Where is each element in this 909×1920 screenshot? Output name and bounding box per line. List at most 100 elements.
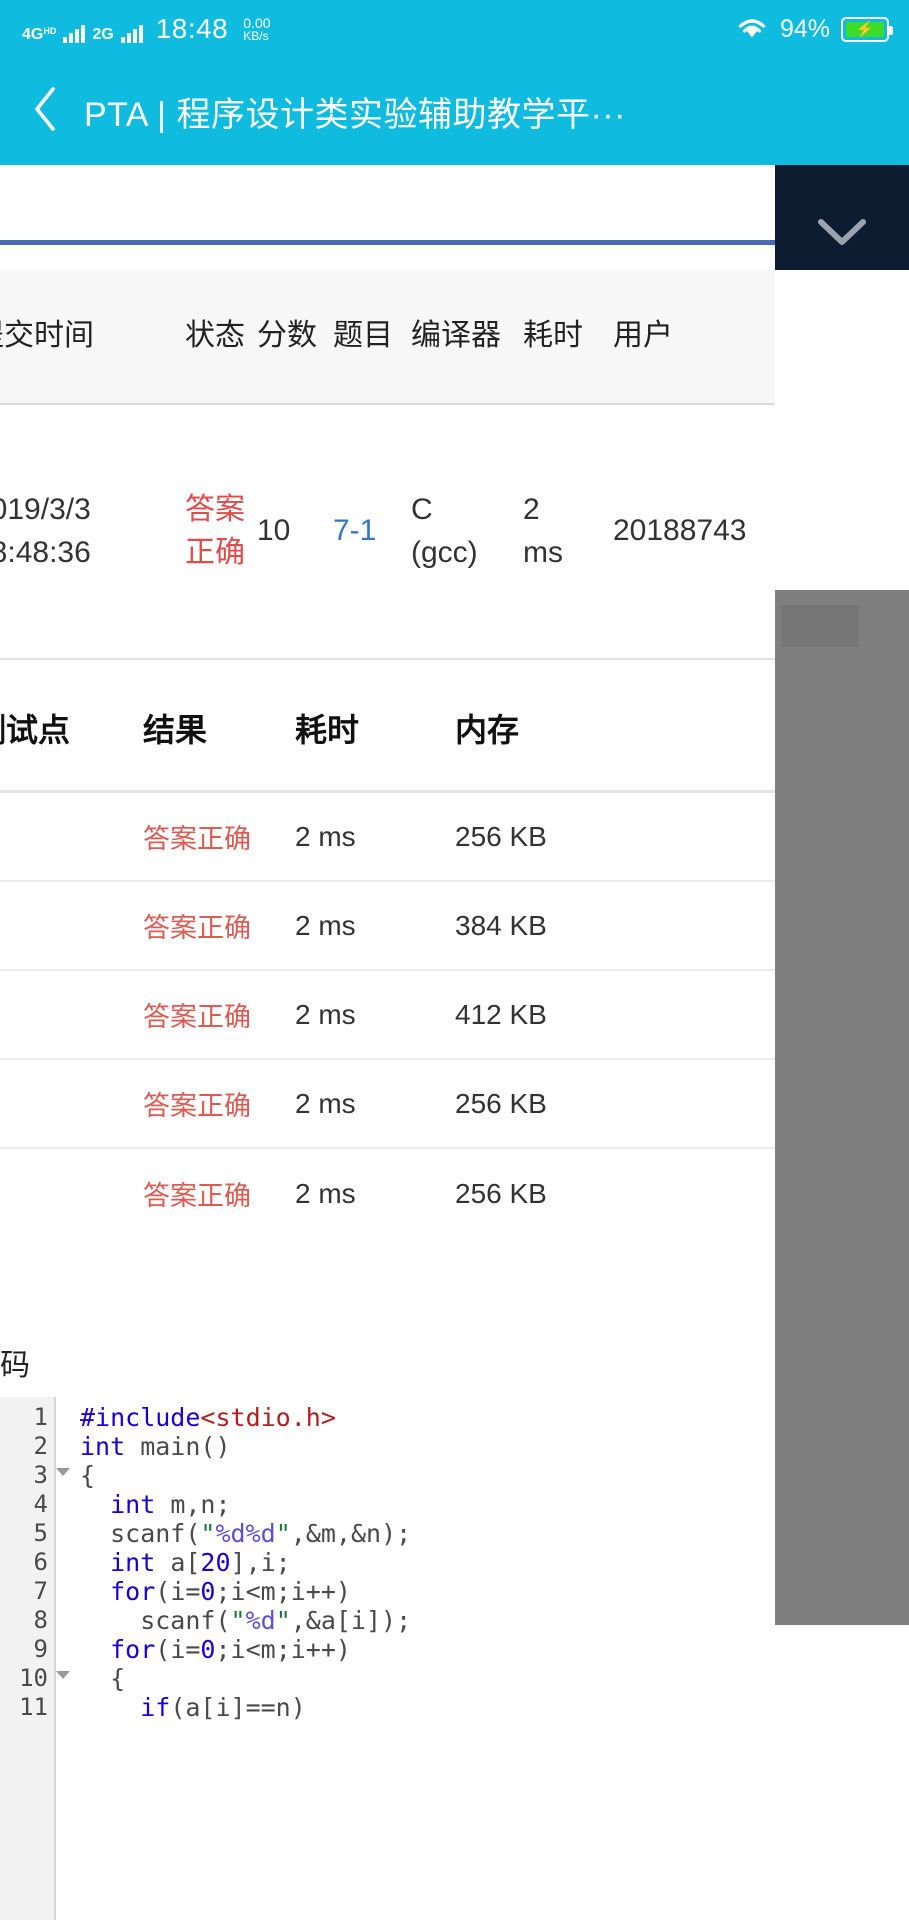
header-compiler: 编译器: [411, 319, 501, 353]
cell-result: 答案正确: [143, 1181, 251, 1211]
table-row: 答案正确 2 ms 384 KB: [0, 882, 775, 971]
code-viewer[interactable]: 1 2 3 4 5 6 7 8 9 10 11 #include<stdio.h…: [0, 1397, 775, 1920]
cell-memory: 384 KB: [455, 909, 547, 941]
network-speed-unit: KB/s: [243, 29, 269, 44]
table-row: 答案正确 2 ms 256 KB: [0, 1060, 775, 1149]
code-line: int m,n;: [110, 1490, 231, 1519]
gray-overlay-panel: [775, 590, 909, 1625]
battery-percent: 94%: [779, 14, 830, 43]
app-bar: PTA | 程序设计类实验辅助教学平···: [0, 58, 909, 165]
cell-memory: 256 KB: [455, 1087, 547, 1119]
code-line: for(i=0;i<m;i++): [110, 1577, 351, 1606]
testpoint-table-header: 测试点 结果 耗时 内存: [0, 665, 775, 793]
dropdown-panel[interactable]: [775, 165, 909, 270]
code-line: #include<stdio.h>: [80, 1403, 336, 1432]
network-speed: 0.00 KB/s: [243, 16, 270, 43]
cell-time: 2 ms: [523, 489, 613, 574]
code-text[interactable]: #include<stdio.h> int main() { int m,n; …: [56, 1397, 775, 1920]
header-elapsed: 耗时: [295, 711, 360, 748]
line-number: 4: [33, 1490, 48, 1518]
signal-bars-icon: [63, 23, 86, 43]
code-line: scanf("%d%d",&m,&n);: [80, 1519, 412, 1548]
page-content: 提交时间 状态 分数 题目 编译器 耗时 用户 2019/3/3 18:48:3…: [0, 165, 909, 1920]
chevron-down-icon[interactable]: [815, 215, 869, 254]
network-speed-value: 0.00: [243, 14, 271, 31]
code-line: int main(): [80, 1432, 231, 1461]
cell-submit-time: 2019/3/3 18:48:36: [0, 489, 185, 574]
fold-toggle-icon[interactable]: [56, 1671, 70, 1679]
line-number: 9: [33, 1635, 48, 1663]
time-unit: ms: [523, 535, 563, 569]
cell-result: 答案正确: [143, 913, 251, 943]
network-indicator-primary: 4G HD: [22, 27, 56, 43]
fold-toggle-icon[interactable]: [56, 1468, 70, 1476]
header-problem: 题目: [333, 319, 393, 353]
network-type-primary: 4G HD: [22, 26, 57, 43]
line-number: 7: [33, 1577, 48, 1605]
header-testpoint: 测试点: [0, 711, 71, 748]
cell-score: 10: [257, 514, 291, 548]
network-hd-label: HD: [43, 26, 57, 36]
cell-elapsed: 2 ms: [295, 820, 356, 852]
line-number: 5: [33, 1519, 48, 1547]
code-line-numbers: 1 2 3 4 5 6 7 8 9 10 11: [0, 1397, 70, 1920]
table-row: 答案正确 2 ms 256 KB: [0, 1149, 775, 1238]
gray-overlay-block: [781, 605, 859, 647]
header-status: 状态: [185, 319, 245, 353]
cell-memory: 256 KB: [455, 820, 547, 852]
submit-time: 18:48:36: [0, 535, 91, 569]
cell-result: 答案正确: [143, 1091, 251, 1121]
back-button[interactable]: [22, 87, 68, 135]
line-number: 8: [33, 1606, 48, 1634]
page-title: PTA | 程序设计类实验辅助教学平···: [84, 96, 626, 134]
top-strip: [0, 165, 909, 270]
cell-status: 答案正确: [185, 492, 245, 569]
code-line: {: [80, 1461, 96, 1490]
chevron-left-icon: [30, 85, 60, 138]
line-number: 3: [0, 1461, 70, 1490]
submit-date: 2019/3/3: [0, 492, 91, 526]
header-user: 用户: [613, 319, 673, 353]
code-line: scanf("%d",&a[i]);: [80, 1606, 412, 1635]
signal-bars-secondary-icon: [120, 23, 143, 43]
battery-charging-icon: ⚡: [841, 16, 893, 42]
table-row[interactable]: 2019/3/3 18:48:36 答案正确 10 7-1 C (gcc) 2 …: [0, 405, 775, 660]
code-line: if(a[i]==n): [140, 1693, 306, 1722]
line-number: 2: [33, 1432, 48, 1460]
table-row: 答案正确 2 ms 412 KB: [0, 971, 775, 1060]
status-bar-right: 94% ⚡: [735, 14, 893, 45]
cell-problem-link[interactable]: 7-1: [333, 510, 411, 553]
cell-elapsed: 2 ms: [295, 909, 356, 941]
clock: 18:48: [155, 13, 229, 44]
status-bar: 4G HD 2G 18:48 0.00 KB/s 94% ⚡: [0, 0, 909, 58]
cell-memory: 412 KB: [455, 998, 547, 1030]
header-score: 分数: [257, 319, 317, 353]
cell-result: 答案正确: [143, 1002, 251, 1032]
line-number: 11: [19, 1693, 48, 1721]
cell-compiler: C (gcc): [411, 489, 523, 574]
time-value: 2: [523, 492, 540, 526]
code-line: {: [80, 1664, 126, 1693]
cell-elapsed: 2 ms: [295, 998, 356, 1030]
line-number: 6: [33, 1548, 48, 1576]
cell-memory: 256 KB: [455, 1177, 547, 1209]
compiler-lang: C: [411, 492, 433, 526]
submission-table: 提交时间 状态 分数 题目 编译器 耗时 用户 2019/3/3 18:48:3…: [0, 270, 775, 660]
header-time: 耗时: [523, 319, 583, 353]
code-section-label: 码: [0, 1349, 30, 1382]
table-row: 答案正确 2 ms 256 KB: [0, 793, 775, 882]
header-result: 结果: [143, 711, 208, 748]
divider-blue: [0, 240, 775, 245]
compiler-version: (gcc): [411, 535, 478, 569]
cell-result: 答案正确: [143, 824, 251, 854]
network-type-secondary: 2G: [92, 26, 114, 43]
line-number: 10: [0, 1664, 70, 1693]
status-bar-left: 4G HD 2G 18:48 0.00 KB/s: [22, 15, 271, 43]
cell-elapsed: 2 ms: [295, 1177, 356, 1209]
wifi-icon: [735, 14, 769, 45]
cell-elapsed: 2 ms: [295, 1087, 356, 1119]
header-submit-time: 提交时间: [0, 319, 94, 353]
line-number: 1: [33, 1403, 48, 1431]
header-memory: 内存: [455, 711, 520, 748]
testpoint-table: 测试点 结果 耗时 内存 答案正确 2 ms 256 KB 答案正确 2 ms …: [0, 665, 775, 1238]
